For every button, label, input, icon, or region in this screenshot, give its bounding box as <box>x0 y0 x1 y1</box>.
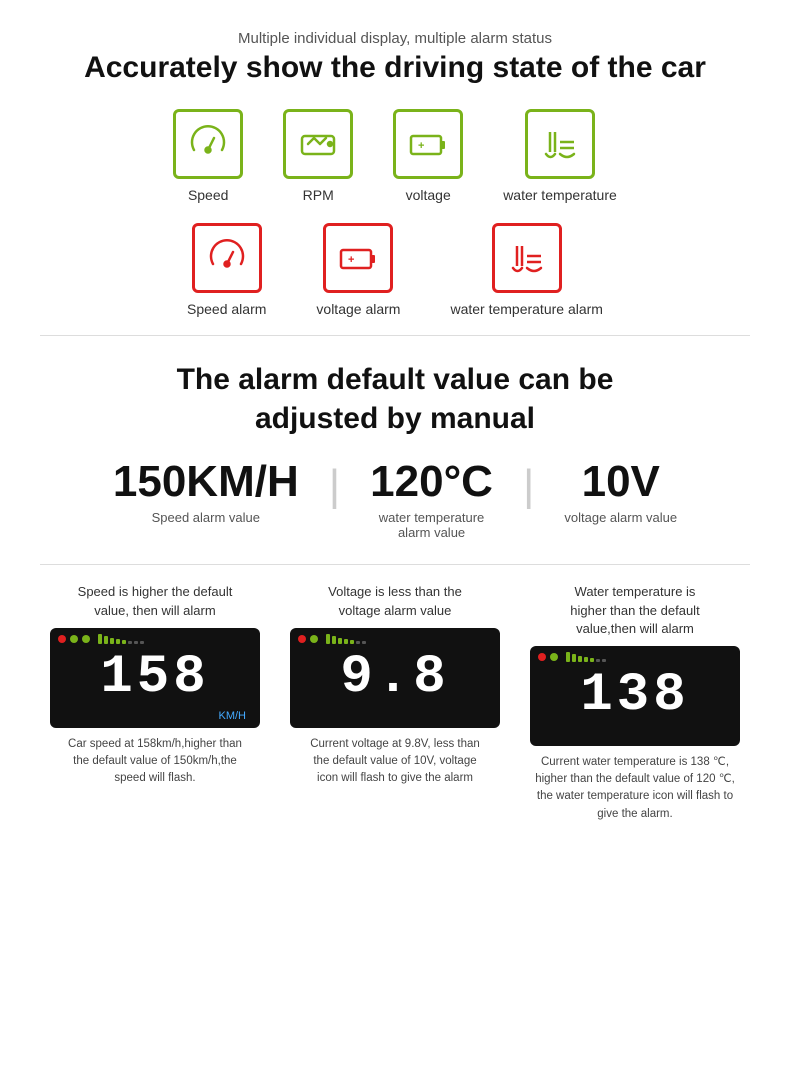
water-temp-alarm-label-text: water temperaturealarm value <box>370 510 493 540</box>
water-temp-label: water temperature <box>503 187 617 203</box>
icon-box-voltage-alarm: + <box>323 223 393 293</box>
speedometer-icon <box>186 122 230 166</box>
speed-alarm-label-text: Speed alarm value <box>113 510 299 525</box>
speed-alarm-value: 150KM/H Speed alarm value <box>83 458 329 525</box>
icon-water-temp-alarm: water temperature alarm <box>450 223 603 317</box>
red-dot-water-temp <box>538 653 546 661</box>
panel-voltage-title: Voltage is less than thevoltage alarm va… <box>328 583 462 619</box>
page: Multiple individual display, multiple al… <box>0 0 790 853</box>
voltage-alarm-label-text: voltage alarm value <box>564 510 677 525</box>
green-icons-row: Speed RPM <box>40 109 750 203</box>
icon-box-voltage: + <box>393 109 463 179</box>
icon-voltage: + voltage <box>393 109 463 203</box>
display-number-voltage: 9.8 <box>340 647 449 708</box>
panel-water-temp: Water temperature ishigher than the defa… <box>525 583 745 823</box>
panel-speed: Speed is higher the defaultvalue, then w… <box>45 583 265 823</box>
bar-group-water-temp <box>566 652 606 662</box>
section1-header: Multiple individual display, multiple al… <box>40 30 750 85</box>
thermometer-water-alarm-icon <box>505 236 549 280</box>
display-screen-water-temp: 138 <box>530 646 740 746</box>
section1-title: Accurately show the driving state of the… <box>40 51 750 85</box>
thermometer-water-icon-green <box>538 122 582 166</box>
panel-voltage: Voltage is less than thevoltage alarm va… <box>285 583 505 823</box>
red-dot-speed <box>58 635 66 643</box>
speed-alarm-number: 150KM/H <box>113 458 299 506</box>
panel-water-temp-desc: Current water temperature is 138 ℃,highe… <box>535 754 735 823</box>
icon-water-temp: water temperature <box>503 109 617 203</box>
display-top-bar-voltage <box>298 634 492 644</box>
water-temp-alarm-value: 120°C water temperaturealarm value <box>340 458 523 540</box>
separator-2: | <box>523 462 534 510</box>
display-number-speed: 158 <box>100 647 209 708</box>
voltage-alarm-label: voltage alarm <box>316 301 400 317</box>
speed-alarm-label: Speed alarm <box>187 301 266 317</box>
red-dot-voltage <box>298 635 306 643</box>
bar-group-speed <box>98 634 144 644</box>
green-dot2-speed <box>82 635 90 643</box>
icon-rpm: RPM <box>283 109 353 203</box>
icon-speed: Speed <box>173 109 243 203</box>
rpm-label: RPM <box>303 187 334 203</box>
display-number-water-temp: 138 <box>580 665 689 726</box>
voltage-alarm-value: 10V voltage alarm value <box>534 458 707 525</box>
red-icons-row: Speed alarm + voltage alarm <box>40 223 750 317</box>
display-screen-speed: 158 KM/H <box>50 628 260 728</box>
divider-1 <box>40 335 750 336</box>
icon-speed-alarm: Speed alarm <box>187 223 266 317</box>
icon-voltage-alarm: + voltage alarm <box>316 223 400 317</box>
battery-alarm-icon: + <box>336 236 380 280</box>
svg-text:+: + <box>418 140 424 152</box>
water-temp-alarm-label: water temperature alarm <box>450 301 603 317</box>
divider-2 <box>40 564 750 565</box>
battery-icon-green: + <box>406 122 450 166</box>
panel-speed-desc: Car speed at 158km/h,higher thanthe defa… <box>68 736 242 788</box>
green-dot-water-temp <box>550 653 558 661</box>
alarm-values-row: 150KM/H Speed alarm value | 120°C water … <box>40 458 750 540</box>
green-dot-voltage <box>310 635 318 643</box>
speed-label: Speed <box>188 187 228 203</box>
icon-box-water-temp <box>525 109 595 179</box>
section2-header: The alarm default value can beadjusted b… <box>40 360 750 438</box>
water-temp-alarm-number: 120°C <box>370 458 493 506</box>
icon-box-speed <box>173 109 243 179</box>
panel-water-temp-title: Water temperature ishigher than the defa… <box>570 583 699 638</box>
icon-box-rpm <box>283 109 353 179</box>
panel-voltage-desc: Current voltage at 9.8V, less thanthe de… <box>310 736 480 788</box>
display-screen-voltage: 9.8 <box>290 628 500 728</box>
display-unit-speed: KM/H <box>219 710 247 722</box>
voltage-alarm-number: 10V <box>564 458 677 506</box>
bar-group-voltage <box>326 634 366 644</box>
panel-speed-title: Speed is higher the defaultvalue, then w… <box>78 583 233 619</box>
svg-text:+: + <box>348 254 354 266</box>
speedometer-alarm-icon <box>205 236 249 280</box>
rpm-icon <box>296 122 340 166</box>
icon-box-water-temp-alarm <box>492 223 562 293</box>
voltage-label: voltage <box>406 187 451 203</box>
separator-1: | <box>329 462 340 510</box>
section2-title: The alarm default value can beadjusted b… <box>40 360 750 438</box>
display-top-bar-speed <box>58 634 252 644</box>
green-dot-speed <box>70 635 78 643</box>
display-top-bar-water-temp <box>538 652 732 662</box>
panels-row: Speed is higher the defaultvalue, then w… <box>40 583 750 823</box>
icon-box-speed-alarm <box>192 223 262 293</box>
section1-subtitle: Multiple individual display, multiple al… <box>40 30 750 47</box>
